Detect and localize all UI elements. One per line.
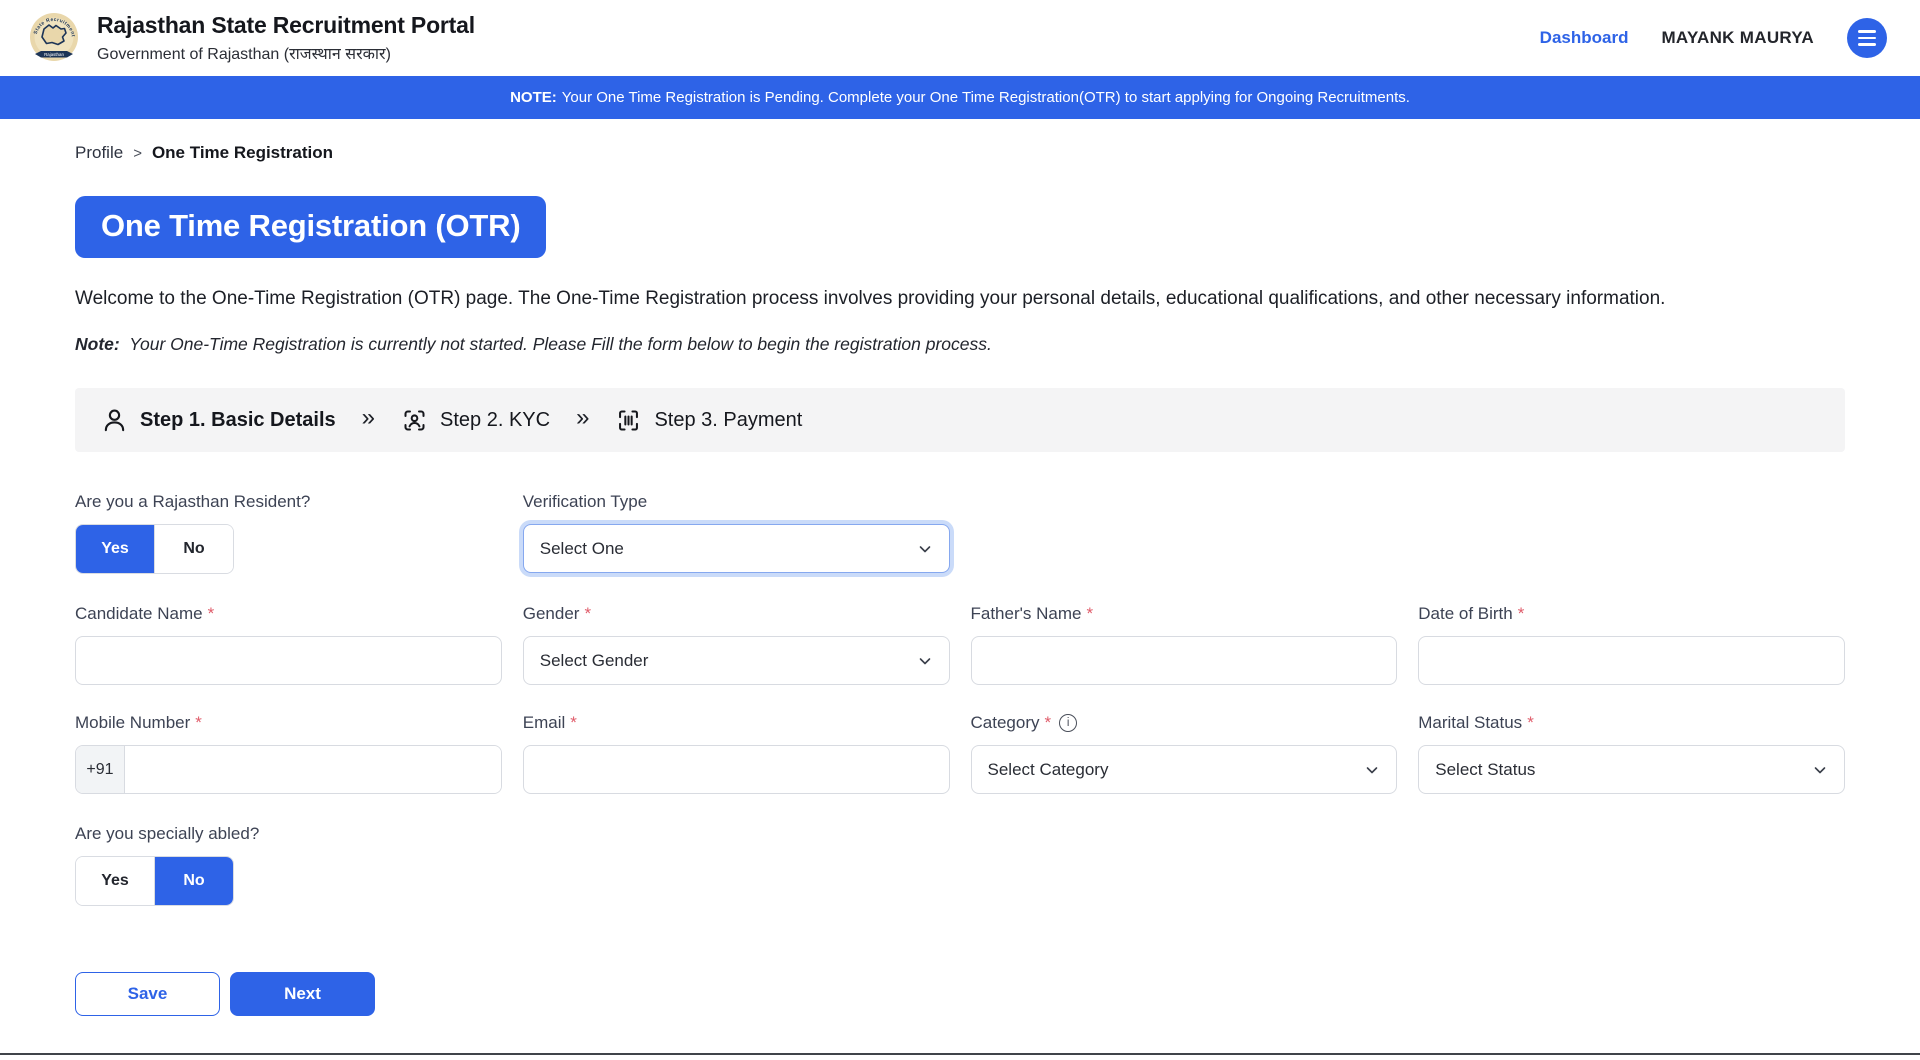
status-note-label: Note:	[75, 334, 120, 354]
required-asterisk: *	[1518, 604, 1525, 624]
field-rajasthan-resident: Are you a Rajasthan Resident? Yes No	[75, 492, 502, 574]
mobile-country-code: +91	[76, 746, 125, 793]
intro-paragraph: Welcome to the One-Time Registration (OT…	[75, 284, 1845, 314]
next-button[interactable]: Next	[230, 972, 375, 1016]
step-label: Step 1. Basic Details	[140, 409, 336, 432]
step-3-payment[interactable]: Step 3. Payment	[615, 407, 802, 434]
info-icon[interactable]: i	[1059, 714, 1077, 732]
category-label: Category	[971, 713, 1040, 733]
specially-abled-label: Are you specially abled?	[75, 824, 502, 844]
kyc-scan-icon	[401, 407, 428, 434]
category-select[interactable]: Select Category	[971, 745, 1398, 794]
marital-status-label: Marital Status	[1418, 713, 1522, 733]
person-icon	[101, 407, 128, 434]
required-asterisk: *	[1086, 604, 1093, 624]
page-title-banner: One Time Registration (OTR)	[75, 196, 546, 258]
chevron-down-icon	[1364, 762, 1380, 778]
verification-type-label: Verification Type	[523, 492, 950, 512]
required-asterisk: *	[584, 604, 591, 624]
father-name-input[interactable]	[971, 636, 1398, 685]
required-asterisk: *	[1044, 713, 1051, 733]
form-actions: Save Next	[75, 972, 1845, 1016]
breadcrumb-current: One Time Registration	[152, 143, 333, 163]
step-indicator-bar: Step 1. Basic Details » Step 2. KYC »	[75, 388, 1845, 452]
dob-input[interactable]	[1418, 636, 1845, 685]
candidate-name-label: Candidate Name	[75, 604, 203, 624]
verification-type-value: Select One	[540, 539, 624, 559]
barcode-icon	[615, 407, 642, 434]
field-candidate-name: Candidate Name *	[75, 604, 502, 685]
mobile-input[interactable]	[125, 746, 501, 793]
chevron-down-icon	[917, 653, 933, 669]
category-value: Select Category	[988, 760, 1109, 780]
marital-status-value: Select Status	[1435, 760, 1535, 780]
field-category: Category * i Select Category	[971, 713, 1398, 794]
step-separator-icon: »	[576, 406, 589, 434]
field-father-name: Father's Name *	[971, 604, 1398, 685]
specially-abled-toggle: Yes No	[75, 856, 234, 906]
field-date-of-birth: Date of Birth *	[1418, 604, 1845, 685]
specially-abled-no-button[interactable]: No	[155, 857, 233, 905]
step-separator-icon: »	[362, 406, 375, 434]
resident-label: Are you a Rajasthan Resident?	[75, 492, 502, 512]
breadcrumb-profile[interactable]: Profile	[75, 143, 123, 163]
field-email: Email *	[523, 713, 950, 794]
header-title-block: Rajasthan State Recruitment Portal Gover…	[97, 12, 475, 64]
required-asterisk: *	[195, 713, 202, 733]
email-label: Email	[523, 713, 566, 733]
app-title: Rajasthan State Recruitment Portal	[97, 12, 475, 39]
main-content: Profile > One Time Registration One Time…	[0, 143, 1920, 1016]
gender-label: Gender	[523, 604, 580, 624]
breadcrumb-separator: >	[133, 145, 142, 162]
status-note-text: Your One-Time Registration is currently …	[129, 334, 992, 354]
verification-type-select[interactable]: Select One	[523, 524, 950, 573]
nav-dashboard-link[interactable]: Dashboard	[1540, 28, 1629, 48]
gender-select[interactable]: Select Gender	[523, 636, 950, 685]
app-subtitle: Government of Rajasthan (राजस्थान सरकार)	[97, 42, 475, 64]
chevron-down-icon	[1812, 762, 1828, 778]
notice-bar: NOTE: Your One Time Registration is Pend…	[0, 76, 1920, 119]
resident-no-button[interactable]: No	[155, 525, 233, 573]
mobile-input-group: +91	[75, 745, 502, 794]
resident-toggle: Yes No	[75, 524, 234, 574]
field-gender: Gender * Select Gender	[523, 604, 950, 685]
header: State Recruitment Portal Rajasthan Rajas…	[0, 0, 1920, 76]
gender-value: Select Gender	[540, 651, 649, 671]
step-2-kyc[interactable]: Step 2. KYC	[401, 407, 550, 434]
nav-username[interactable]: MAYANK MAURYA	[1661, 28, 1814, 48]
notice-text: Your One Time Registration is Pending. C…	[562, 89, 1410, 106]
field-marital-status: Marital Status * Select Status	[1418, 713, 1845, 794]
resident-yes-button[interactable]: Yes	[76, 525, 154, 573]
step-label: Step 3. Payment	[654, 409, 802, 432]
hamburger-menu-icon[interactable]	[1847, 18, 1887, 58]
specially-abled-yes-button[interactable]: Yes	[76, 857, 154, 905]
dob-label: Date of Birth	[1418, 604, 1513, 624]
email-input[interactable]	[523, 745, 950, 794]
portal-logo-icon: State Recruitment Portal Rajasthan	[27, 11, 81, 65]
step-label: Step 2. KYC	[440, 409, 550, 432]
candidate-name-input[interactable]	[75, 636, 502, 685]
father-name-label: Father's Name	[971, 604, 1082, 624]
required-asterisk: *	[208, 604, 215, 624]
chevron-down-icon	[917, 541, 933, 557]
marital-status-select[interactable]: Select Status	[1418, 745, 1845, 794]
required-asterisk: *	[1527, 713, 1534, 733]
footer-divider	[0, 1053, 1920, 1055]
svg-text:Rajasthan: Rajasthan	[44, 52, 64, 57]
step-1-basic-details[interactable]: Step 1. Basic Details	[101, 407, 336, 434]
breadcrumb: Profile > One Time Registration	[75, 143, 1845, 163]
status-note: Note: Your One-Time Registration is curr…	[75, 334, 1845, 355]
save-button[interactable]: Save	[75, 972, 220, 1016]
field-mobile-number: Mobile Number * +91	[75, 713, 502, 794]
field-verification-type: Verification Type Select One	[523, 492, 950, 574]
mobile-label: Mobile Number	[75, 713, 190, 733]
field-specially-abled: Are you specially abled? Yes No	[75, 824, 502, 906]
required-asterisk: *	[570, 713, 577, 733]
notice-prefix: NOTE:	[510, 89, 557, 106]
